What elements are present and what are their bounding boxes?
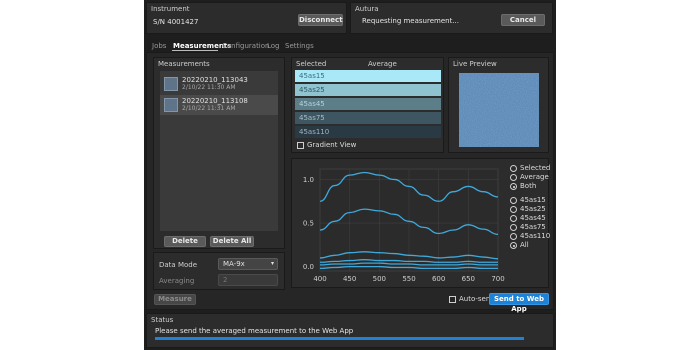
x-tick-label: 450 [343, 275, 356, 283]
list-item[interactable]: 20220210_113108 2/10/22 11:31 AM [160, 95, 278, 115]
radio-all[interactable] [510, 242, 517, 249]
y-tick-label: 1.0 [303, 176, 314, 184]
swatch-label: 45as110 [299, 128, 330, 136]
data-mode-value: MA-9x [223, 260, 245, 268]
measurement-name: 20220210_113043 [182, 76, 248, 84]
autura-message: Requesting measurement... [362, 17, 459, 25]
active-tab-underline [172, 50, 218, 51]
x-tick-label: 550 [402, 275, 415, 283]
chevron-down-icon: ▾ [270, 260, 274, 267]
live-preview-image [459, 73, 539, 147]
radio-45as15-label: 45as15 [520, 196, 546, 204]
measurements-list: 20220210_113043 2/10/22 11:30 AM 2022021… [160, 71, 278, 231]
measurement-name: 20220210_113108 [182, 97, 248, 105]
gradient-view-label: Gradient View [307, 141, 357, 149]
send-to-web-app-button[interactable]: Send to Web App [489, 293, 549, 313]
status-panel: Status Please send the averaged measurem… [146, 313, 554, 348]
swatch-45as110[interactable]: 45as110 [295, 126, 441, 138]
radio-45as15[interactable] [510, 197, 517, 204]
app-window: Instrument S/N 4001427 Disconnect Autura… [144, 0, 556, 350]
measurement-date: 2/10/22 11:31 AM [182, 105, 236, 112]
radio-45as110-label: 45as110 [520, 232, 551, 240]
data-mode-panel: Data Mode MA-9x ▾ Averaging 2 [153, 252, 285, 290]
measurement-thumbnail [164, 98, 178, 112]
radio-45as110[interactable] [510, 233, 517, 240]
serial-number: S/N 4001427 [153, 18, 199, 26]
swatch-list: 45as15 45as25 45as45 45as75 45as110 [295, 70, 441, 138]
tab-log[interactable]: Log [267, 42, 280, 50]
status-progress-bar [155, 337, 524, 340]
averaging-label: Averaging [159, 277, 195, 285]
y-tick-label: 0.5 [303, 220, 314, 228]
spectral-chart: 400 450 500 550 600 650 700 0.0 0.5 1.0 [303, 168, 505, 283]
swatch-label: 45as25 [299, 86, 325, 94]
preview-noise [459, 73, 539, 147]
x-tick-label: 700 [491, 275, 504, 283]
averaging-value: 2 [223, 276, 228, 284]
tab-configuration[interactable]: Configuration [222, 42, 269, 50]
radio-45as75[interactable] [510, 224, 517, 231]
measurement-thumbnail [164, 77, 178, 91]
radio-average[interactable] [510, 174, 517, 181]
radio-selected-label: Selected [520, 164, 551, 172]
data-mode-select[interactable]: MA-9x ▾ [218, 258, 278, 270]
measure-button[interactable]: Measure [154, 294, 196, 305]
radio-45as75-label: 45as75 [520, 223, 546, 231]
x-tick-label: 500 [373, 275, 386, 283]
measurements-panel: Measurements 20220210_113043 2/10/22 11:… [153, 57, 285, 249]
swatch-45as45[interactable]: 45as45 [295, 98, 441, 110]
data-mode-label: Data Mode [159, 261, 198, 269]
average-label: Average [368, 60, 397, 68]
swatch-45as75[interactable]: 45as75 [295, 112, 441, 124]
x-tick-label: 400 [313, 275, 326, 283]
x-tick-label: 600 [432, 275, 445, 283]
status-message: Please send the averaged measurement to … [155, 327, 354, 335]
tab-content: Measurements 20220210_113043 2/10/22 11:… [146, 52, 554, 313]
swatch-label: 45as45 [299, 100, 325, 108]
tab-settings[interactable]: Settings [285, 42, 314, 50]
autura-title: Autura [355, 5, 379, 13]
y-tick-label: 0.0 [303, 263, 314, 271]
radio-both[interactable] [510, 183, 517, 190]
delete-all-button[interactable]: Delete All [210, 236, 254, 247]
live-preview-panel: Live Preview [448, 57, 549, 153]
cancel-button[interactable]: Cancel [501, 14, 545, 26]
swatch-label: 45as75 [299, 114, 325, 122]
list-item[interactable]: 20220210_113043 2/10/22 11:30 AM [160, 74, 278, 94]
radio-45as25[interactable] [510, 206, 517, 213]
selected-panel: Selected Average 45as15 45as25 45as45 45… [291, 57, 444, 153]
tab-jobs[interactable]: Jobs [152, 42, 166, 50]
chart-panel: 400 450 500 550 600 650 700 0.0 0.5 1.0 Selected … [291, 158, 551, 288]
swatch-label: 45as15 [299, 72, 325, 80]
radio-all-label: All [520, 241, 529, 249]
live-preview-title: Live Preview [453, 60, 497, 68]
swatch-45as15[interactable]: 45as15 [295, 70, 441, 82]
radio-selected[interactable] [510, 165, 517, 172]
averaging-select[interactable]: 2 [218, 274, 278, 286]
radio-45as45-label: 45as45 [520, 214, 546, 222]
gradient-view-checkbox[interactable] [297, 142, 304, 149]
auto-send-checkbox[interactable] [449, 296, 456, 303]
instrument-panel: Instrument S/N 4001427 Disconnect [146, 2, 347, 34]
selected-label: Selected [296, 60, 327, 68]
autura-panel: Autura Requesting measurement... Cancel [350, 2, 553, 34]
radio-45as45[interactable] [510, 215, 517, 222]
radio-45as25-label: 45as25 [520, 205, 546, 213]
status-title: Status [151, 316, 174, 324]
measurement-date: 2/10/22 11:30 AM [182, 84, 236, 91]
swatch-45as25[interactable]: 45as25 [295, 84, 441, 96]
instrument-title: Instrument [151, 5, 190, 13]
measurements-title: Measurements [158, 60, 210, 68]
x-tick-label: 650 [462, 275, 475, 283]
tab-bar: Jobs Measurements Configuration Log Sett… [146, 38, 554, 52]
radio-average-label: Average [520, 173, 549, 181]
delete-button[interactable]: Delete [164, 236, 206, 247]
disconnect-button[interactable]: Disconnect [298, 14, 343, 26]
radio-both-label: Both [520, 182, 537, 190]
